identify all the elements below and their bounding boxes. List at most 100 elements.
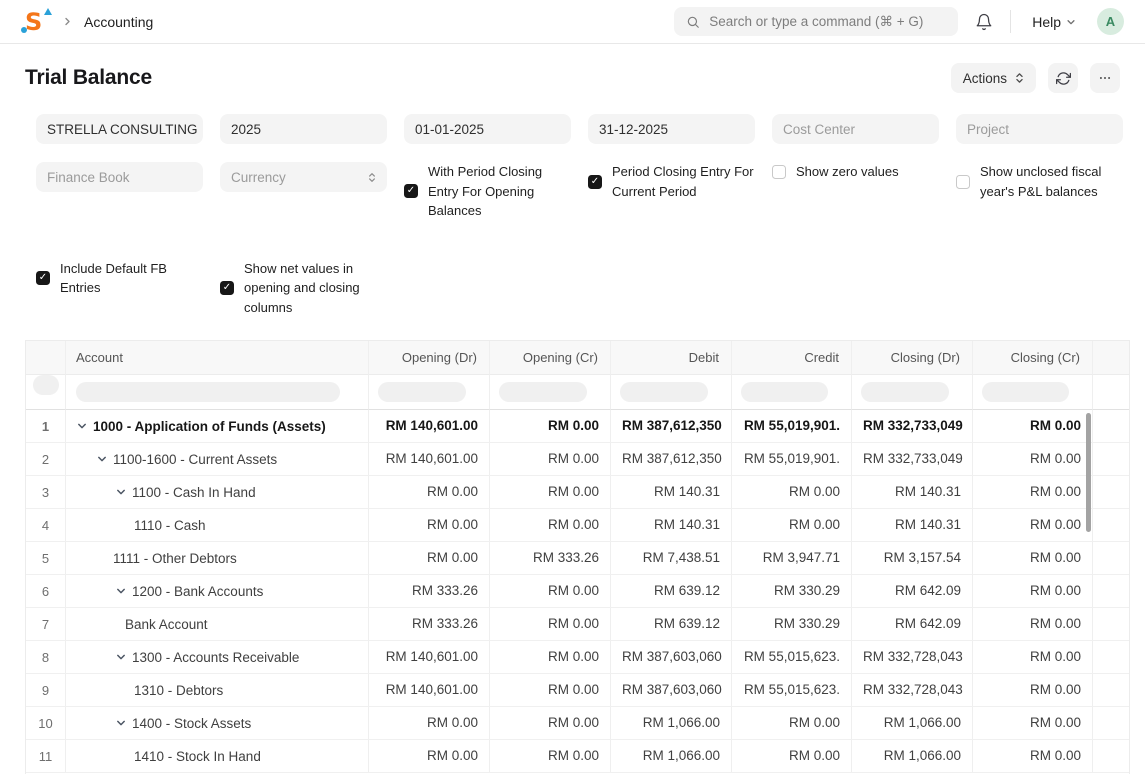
company-filter-input[interactable]: STRELLA CONSULTING — [36, 114, 203, 144]
row-spacer-cell — [1093, 707, 1129, 739]
column-header-account[interactable]: Account — [66, 341, 369, 375]
checkbox-show-net-values[interactable]: Show net values in opening and closing c… — [220, 259, 387, 318]
project-filter-input[interactable]: Project — [956, 114, 1123, 144]
more-menu-button[interactable] — [1090, 63, 1120, 93]
opening-dr-cell: RM 0.00 — [369, 740, 490, 772]
tree-collapse-chevron-icon[interactable] — [115, 585, 127, 597]
navbar-divider — [1010, 10, 1011, 33]
account-cell[interactable]: 1200 - Bank Accounts — [66, 575, 369, 607]
currency-select-placeholder: Currency — [231, 170, 286, 185]
cost-center-filter-input[interactable]: Cost Center — [772, 114, 939, 144]
tree-collapse-chevron-icon[interactable] — [115, 717, 127, 729]
credit-cell: RM 0.00 — [732, 707, 852, 739]
global-search-input[interactable]: Search or type a command (⌘ + G) — [674, 7, 958, 36]
column-header-closing-cr[interactable]: Closing (Cr) — [973, 341, 1093, 375]
user-avatar[interactable]: A — [1097, 8, 1124, 35]
column-header-opening-cr[interactable]: Opening (Cr) — [490, 341, 611, 375]
notifications-button[interactable] — [973, 11, 995, 33]
checkbox-label: Show zero values — [796, 162, 899, 182]
column-filter-input[interactable] — [499, 382, 587, 402]
vertical-scrollbar[interactable] — [1086, 413, 1091, 532]
tree-collapse-chevron-icon[interactable] — [76, 420, 88, 432]
credit-cell: RM 55,015,623. — [732, 641, 852, 673]
trial-balance-table: Account Opening (Dr) Opening (Cr) Debit … — [25, 340, 1130, 774]
actions-button[interactable]: Actions — [951, 63, 1036, 93]
help-menu-button[interactable]: Help — [1026, 13, 1082, 31]
table-row: 10 1400 - Stock Assets RM 0.00 RM 0.00 R… — [26, 707, 1129, 740]
tree-collapse-chevron-icon[interactable] — [115, 651, 127, 663]
column-filter-input[interactable] — [982, 382, 1069, 402]
closing-dr-cell: RM 1,066.00 — [852, 740, 973, 772]
table-row: 1 1000 - Application of Funds (Assets) R… — [26, 410, 1129, 443]
tree-collapse-chevron-icon[interactable] — [96, 453, 108, 465]
breadcrumb-accounting[interactable]: Accounting — [84, 14, 153, 30]
filter-cell-closing-dr — [852, 375, 973, 410]
app-logo[interactable]: S — [25, 8, 51, 36]
from-date-filter-input[interactable]: 01-01-2025 — [404, 114, 571, 144]
checkbox-period-closing-current[interactable]: Period Closing Entry For Current Period — [588, 162, 755, 201]
account-cell[interactable]: 1110 - Cash — [66, 509, 369, 541]
table-row: 9 1310 - Debtors RM 140,601.00 RM 0.00 R… — [26, 674, 1129, 707]
debit-cell: RM 639.12 — [611, 608, 732, 640]
account-cell[interactable]: 1100-1600 - Current Assets — [66, 443, 369, 475]
debit-cell: RM 140.31 — [611, 509, 732, 541]
column-filter-input[interactable] — [741, 382, 828, 402]
opening-cr-cell: RM 0.00 — [490, 575, 611, 607]
account-name: 1310 - Debtors — [134, 683, 223, 698]
account-cell[interactable]: 1111 - Other Debtors — [66, 542, 369, 574]
avatar-letter: A — [1106, 14, 1115, 29]
column-header-credit[interactable]: Credit — [732, 341, 852, 375]
column-filter-input[interactable] — [378, 382, 466, 402]
tree-collapse-chevron-icon[interactable] — [115, 486, 127, 498]
closing-dr-cell: RM 642.09 — [852, 575, 973, 607]
account-name: 1100 - Cash In Hand — [132, 485, 256, 500]
column-header-debit[interactable]: Debit — [611, 341, 732, 375]
closing-cr-cell: RM 0.00 — [973, 410, 1093, 442]
opening-cr-cell: RM 0.00 — [490, 674, 611, 706]
checkbox-include-default-fb[interactable]: Include Default FB Entries — [36, 259, 203, 298]
account-name: 1410 - Stock In Hand — [134, 749, 261, 764]
account-name: 1110 - Cash — [134, 518, 206, 533]
checkbox-show-zero-values[interactable]: Show zero values — [772, 162, 939, 182]
column-header-opening-dr[interactable]: Opening (Dr) — [369, 341, 490, 375]
column-header-closing-dr[interactable]: Closing (Dr) — [852, 341, 973, 375]
account-cell[interactable]: 1410 - Stock In Hand — [66, 740, 369, 772]
row-spacer-cell — [1093, 410, 1129, 442]
fiscal-year-filter-input[interactable]: 2025 — [220, 114, 387, 144]
column-filter-input[interactable] — [76, 382, 340, 402]
opening-dr-cell: RM 0.00 — [369, 509, 490, 541]
to-date-filter-input[interactable]: 31-12-2025 — [588, 114, 755, 144]
opening-cr-cell: RM 0.00 — [490, 509, 611, 541]
account-cell[interactable]: 1310 - Debtors — [66, 674, 369, 706]
checkbox-with-period-closing-opening[interactable]: With Period Closing Entry For Opening Ba… — [404, 162, 571, 221]
table-row: 6 1200 - Bank Accounts RM 333.26 RM 0.00… — [26, 575, 1129, 608]
column-filter-input[interactable] — [620, 382, 708, 402]
credit-cell: RM 0.00 — [732, 740, 852, 772]
finance-book-filter-input[interactable]: Finance Book — [36, 162, 203, 192]
search-icon — [686, 15, 700, 29]
account-name: 1000 - Application of Funds (Assets) — [93, 419, 326, 434]
column-filter-input[interactable] — [33, 375, 59, 395]
filter-cell-account — [66, 375, 369, 410]
checkbox-show-unclosed-fy-pl[interactable]: Show unclosed fiscal year's P&L balances — [956, 162, 1123, 201]
row-spacer-cell — [1093, 608, 1129, 640]
credit-cell: RM 0.00 — [732, 476, 852, 508]
currency-filter-select[interactable]: Currency — [220, 162, 387, 192]
opening-cr-cell: RM 333.26 — [490, 542, 611, 574]
credit-cell: RM 330.29 — [732, 575, 852, 607]
account-cell[interactable]: 1400 - Stock Assets — [66, 707, 369, 739]
column-filter-input[interactable] — [861, 382, 949, 402]
checkbox-label: Show net values in opening and closing c… — [244, 259, 387, 318]
account-cell[interactable]: 1000 - Application of Funds (Assets) — [66, 410, 369, 442]
closing-dr-cell: RM 3,157.54 — [852, 542, 973, 574]
account-name: 1200 - Bank Accounts — [132, 584, 263, 599]
chevron-up-down-icon — [368, 172, 376, 183]
account-cell[interactable]: 1300 - Accounts Receivable — [66, 641, 369, 673]
refresh-button[interactable] — [1048, 63, 1078, 93]
closing-dr-cell: RM 332,733,049 — [852, 443, 973, 475]
table-row: 2 1100-1600 - Current Assets RM 140,601.… — [26, 443, 1129, 476]
chevron-down-icon — [1066, 17, 1076, 27]
account-cell[interactable]: 1100 - Cash In Hand — [66, 476, 369, 508]
account-cell[interactable]: Bank Account — [66, 608, 369, 640]
opening-dr-cell: RM 0.00 — [369, 476, 490, 508]
